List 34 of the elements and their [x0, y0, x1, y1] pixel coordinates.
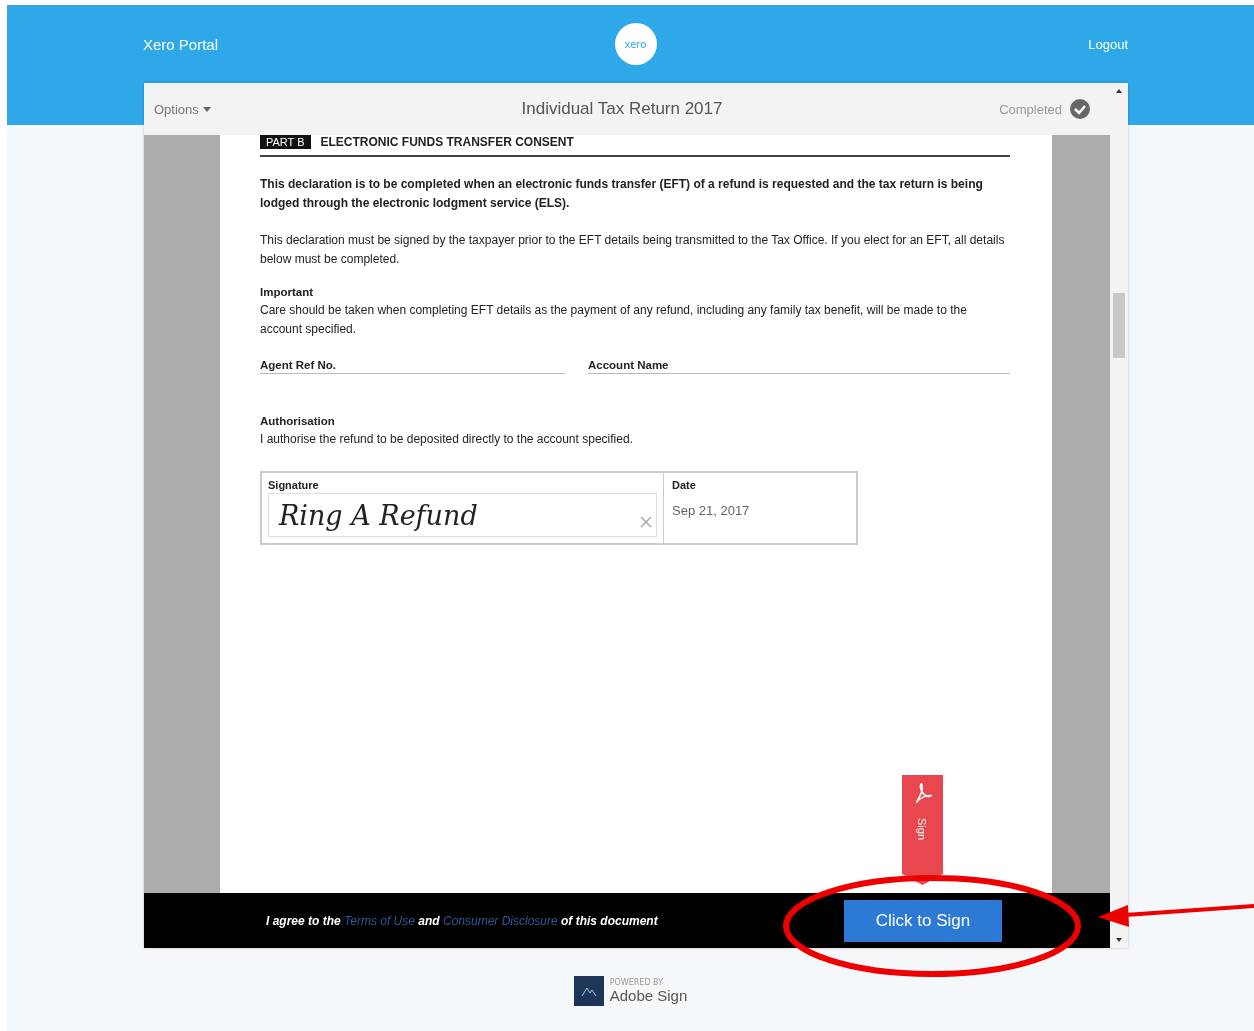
portal-title: Xero Portal	[143, 35, 220, 53]
terms-link[interactable]: Terms of Use	[344, 913, 415, 928]
authorisation-text: I authorise the refund to be deposited directly to the account specified.	[260, 431, 634, 448]
form-field[interactable]: Account Name	[588, 353, 1010, 374]
pdf-icon	[913, 783, 932, 803]
status-label: Completed	[999, 101, 1062, 117]
logout-link[interactable]: Logout	[1088, 36, 1128, 52]
terms-link[interactable]: Consumer Disclosure	[443, 913, 558, 928]
scrollbar[interactable]	[1110, 83, 1128, 948]
signature-label: Signature	[268, 479, 320, 491]
signature-field[interactable]: Ring A Refund	[268, 493, 657, 537]
brand-name: Adobe Sign	[609, 987, 688, 1004]
important-text: Care should be taken when completing EFT details as the payment of any refund, including any family tax benefit, will be made to the account specified.	[260, 302, 968, 338]
scroll-down-icon[interactable]	[1116, 938, 1122, 942]
click-to-sign-button[interactable]: Click to Sign	[844, 899, 1002, 942]
declaration-paragraph: This declaration is to be completed when an electronic funds transfer (EFT) of a refund is requested and the tax return is being lodged through the electronic lodgment service (ELS).	[260, 176, 984, 212]
sign-flag[interactable]: Sign	[902, 775, 943, 885]
document-title: Individual Tax Return 2017	[521, 99, 723, 119]
caret-icon	[202, 106, 211, 112]
date-label: Date	[672, 479, 697, 491]
close-icon[interactable]	[640, 516, 652, 528]
logo: xero	[614, 23, 657, 65]
date-value: Sep 21, 2017	[672, 503, 751, 518]
important-heading: Important	[260, 285, 315, 300]
scroll-thumb[interactable]	[1113, 293, 1125, 358]
section-heading: ELECTRONIC FUNDS TRANSFER CONSENT	[320, 135, 574, 149]
form-field[interactable]: Agent Ref No.	[260, 353, 565, 374]
scroll-up-icon[interactable]	[1116, 89, 1122, 93]
agreement-text: I agree to the Terms of Use and Consumer Disclosure of this document	[266, 913, 658, 928]
part-tag: PART B	[260, 135, 311, 149]
options-menu[interactable]: Options	[154, 101, 211, 117]
powered-by-caption: POWERED BY	[609, 978, 665, 987]
authorisation-heading: Authorisation	[260, 414, 336, 429]
declaration-paragraph: This declaration must be signed by the taxpayer prior to the EFT details being transmitted to the Tax Office. If you elect for an EFT, all details below must be completed.	[260, 232, 1006, 268]
